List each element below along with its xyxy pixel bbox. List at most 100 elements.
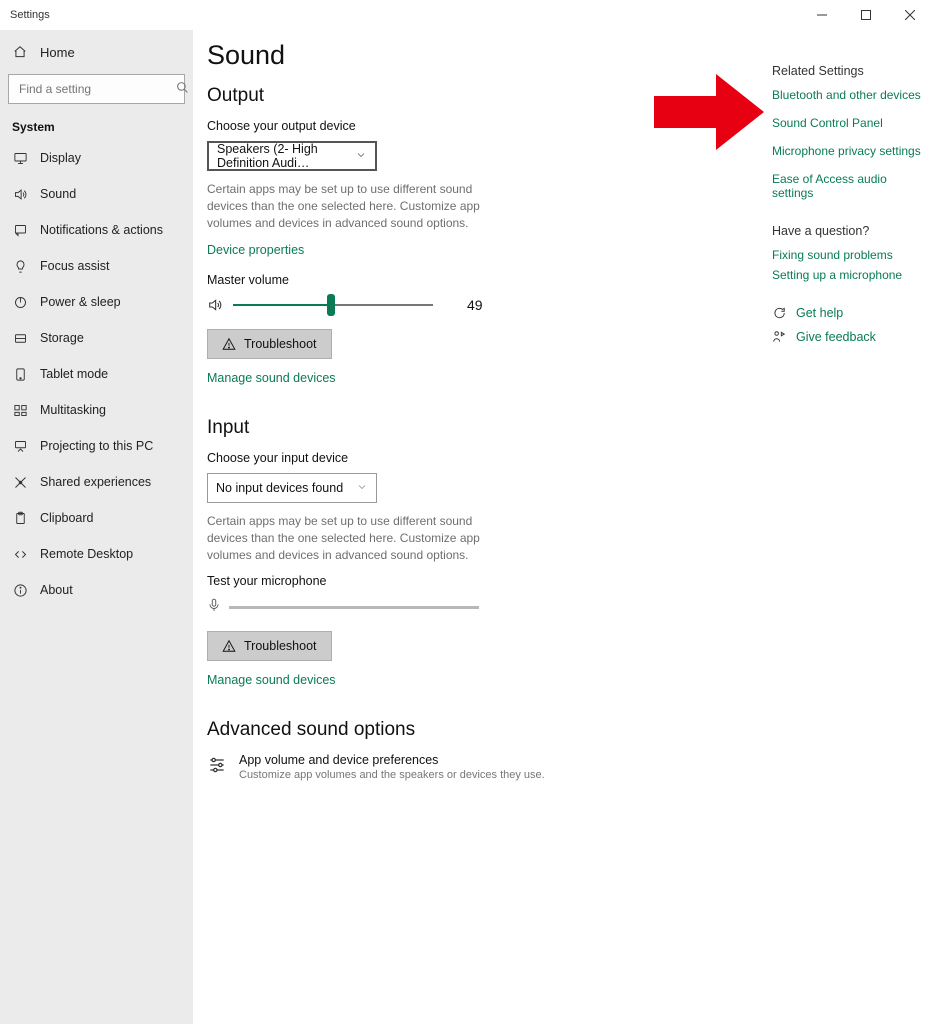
power-icon [12,294,28,310]
main-content: Sound Output Choose your output device S… [193,34,772,1024]
search-field[interactable] [17,81,176,97]
question-link-setup-mic[interactable]: Setting up a microphone [772,268,926,282]
sidebar-item-label: Clipboard [40,511,94,525]
output-note: Certain apps may be set up to use differ… [207,181,482,231]
speaker-icon [207,297,223,313]
output-troubleshoot-button[interactable]: Troubleshoot [207,329,332,359]
clipboard-icon [12,510,28,526]
warning-icon [222,639,236,653]
master-volume-value: 49 [467,297,483,313]
sidebar-item-storage[interactable]: Storage [0,320,193,356]
sidebar-item-power[interactable]: Power & sleep [0,284,193,320]
master-volume-label: Master volume [207,273,758,287]
related-link-bluetooth[interactable]: Bluetooth and other devices [772,88,926,102]
multitasking-icon [12,402,28,418]
chevron-down-icon [355,149,367,164]
focus-icon [12,258,28,274]
title-bar: Settings [0,0,932,30]
output-device-value: Speakers (2- High Definition Audi… [217,142,355,170]
projecting-icon [12,438,28,454]
maximize-button[interactable] [844,0,888,30]
related-link-ease-of-access[interactable]: Ease of Access audio settings [772,172,926,200]
input-manage-link[interactable]: Manage sound devices [207,673,336,687]
chevron-down-icon [356,481,368,496]
sidebar-item-label: Focus assist [40,259,109,273]
master-volume-slider[interactable] [233,295,433,315]
output-choose-label: Choose your output device [207,119,758,133]
get-help-link[interactable]: Get help [796,306,843,320]
output-troubleshoot-label: Troubleshoot [244,337,317,351]
home-label: Home [40,45,75,60]
give-feedback-row[interactable]: Give feedback [772,330,926,344]
right-column: Related Settings Bluetooth and other dev… [772,34,932,1024]
output-device-properties-link[interactable]: Device properties [207,243,304,257]
sidebar-item-label: Notifications & actions [40,223,163,237]
search-input[interactable] [8,74,185,104]
advanced-app-volume-row[interactable]: App volume and device preferences Custom… [207,753,758,781]
sidebar-item-remote[interactable]: Remote Desktop [0,536,193,572]
sound-icon [12,186,28,202]
home-nav[interactable]: Home [0,34,193,70]
sidebar-item-display[interactable]: Display [0,140,193,176]
sidebar-item-focus[interactable]: Focus assist [0,248,193,284]
sidebar-item-tablet[interactable]: Tablet mode [0,356,193,392]
related-settings-heading: Related Settings [772,64,926,78]
give-feedback-link[interactable]: Give feedback [796,330,876,344]
input-troubleshoot-button[interactable]: Troubleshoot [207,631,332,661]
remote-icon [12,546,28,562]
input-troubleshoot-label: Troubleshoot [244,639,317,653]
microphone-icon [207,596,221,619]
minimize-button[interactable] [800,0,844,30]
input-heading: Input [207,417,758,439]
sidebar-item-label: Storage [40,331,84,345]
advanced-item-title: App volume and device preferences [239,753,545,767]
sidebar-item-notifications[interactable]: Notifications & actions [0,212,193,248]
output-device-select[interactable]: Speakers (2- High Definition Audi… [207,141,377,171]
output-manage-link[interactable]: Manage sound devices [207,371,336,385]
warning-icon [222,337,236,351]
related-link-sound-control-panel[interactable]: Sound Control Panel [772,116,926,130]
window-controls [800,0,932,30]
page-title: Sound [207,40,758,71]
feedback-icon [772,330,786,344]
sidebar-item-multitasking[interactable]: Multitasking [0,392,193,428]
question-heading: Have a question? [772,224,926,238]
storage-icon [12,330,28,346]
sliders-icon [207,755,227,775]
tablet-icon [12,366,28,382]
sidebar-item-label: Tablet mode [40,367,108,381]
sidebar-item-label: Shared experiences [40,475,151,489]
advanced-heading: Advanced sound options [207,719,758,741]
search-icon [176,81,189,97]
input-device-value: No input devices found [216,481,343,495]
get-help-row[interactable]: Get help [772,306,926,320]
sidebar-item-projecting[interactable]: Projecting to this PC [0,428,193,464]
input-note: Certain apps may be set up to use differ… [207,513,482,563]
input-choose-label: Choose your input device [207,451,758,465]
close-button[interactable] [888,0,932,30]
sidebar-item-label: Multitasking [40,403,106,417]
shared-icon [12,474,28,490]
window-title: Settings [10,9,50,21]
advanced-item-desc: Customize app volumes and the speakers o… [239,769,545,781]
sidebar-item-label: Projecting to this PC [40,439,153,453]
sidebar-category: System [0,110,193,140]
about-icon [12,582,28,598]
chat-icon [772,306,786,320]
sidebar-item-sound[interactable]: Sound [0,176,193,212]
display-icon [12,150,28,166]
sidebar-item-shared[interactable]: Shared experiences [0,464,193,500]
output-heading: Output [207,85,758,107]
question-link-fixing-sound[interactable]: Fixing sound problems [772,248,926,262]
sidebar: Home System DisplaySound Notifications & … [0,30,193,1024]
sidebar-item-about[interactable]: About [0,572,193,608]
input-device-select[interactable]: No input devices found [207,473,377,503]
test-mic-label: Test your microphone [207,574,758,588]
mic-level-bar [229,606,479,609]
sidebar-item-clipboard[interactable]: Clipboard [0,500,193,536]
notifications-icon [12,222,28,238]
sidebar-item-label: About [40,583,73,597]
home-icon [12,44,28,60]
related-link-microphone-privacy[interactable]: Microphone privacy settings [772,144,926,158]
sidebar-item-label: Power & sleep [40,295,121,309]
